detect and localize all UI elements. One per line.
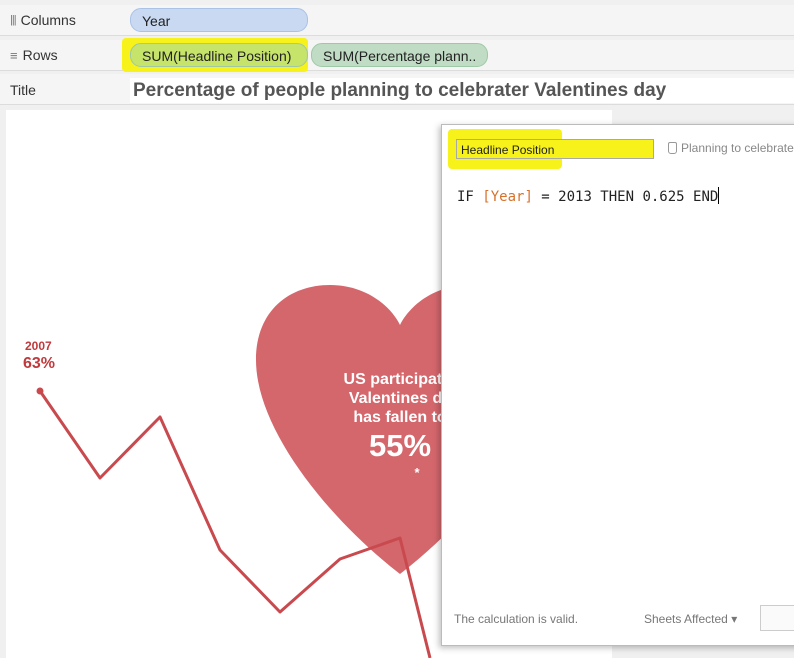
database-icon	[668, 142, 677, 154]
heart-footnote: *	[414, 465, 420, 480]
chevron-down-icon: ▾	[731, 612, 738, 626]
first-point-value: 63%	[23, 355, 56, 372]
sheets-affected-dropdown[interactable]: Sheets Affected ▾	[644, 612, 737, 626]
first-point-year: 2007	[25, 339, 52, 353]
datasource-label: Planning to celebrate	[668, 141, 794, 155]
apply-button[interactable]	[760, 605, 794, 631]
calculation-editor: Headline Position Planning to celebrate …	[441, 124, 794, 646]
calc-formula[interactable]: IF [Year] = 2013 THEN 0.625 END	[457, 187, 720, 205]
calc-field-ref: [Year]	[482, 189, 533, 205]
text-cursor	[718, 187, 720, 204]
calc-name-field[interactable]: Headline Position	[456, 139, 654, 159]
first-point-marker	[36, 387, 44, 395]
calc-status: The calculation is valid.	[454, 612, 579, 626]
